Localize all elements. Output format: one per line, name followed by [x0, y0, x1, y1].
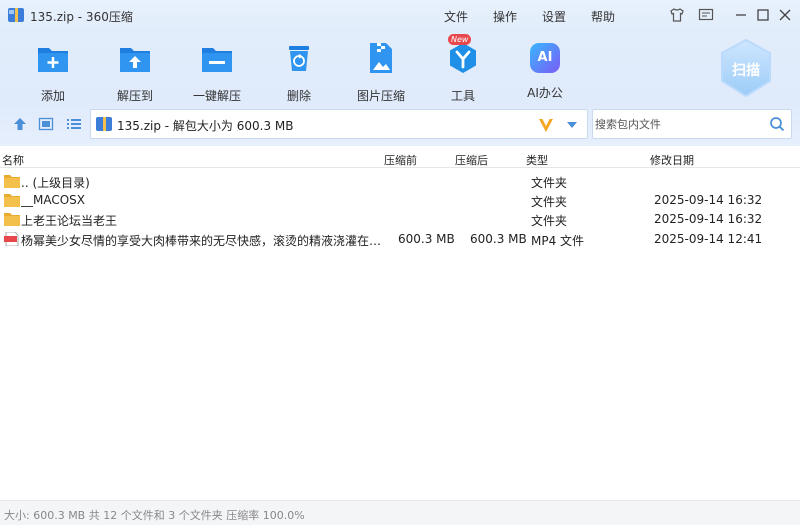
- status-text: 大小: 600.3 MB 共 12 个文件和 3 个文件夹 压缩率 100.0%: [4, 509, 305, 522]
- folder-icon: [4, 194, 20, 207]
- file-type: MP4 文件: [531, 234, 585, 248]
- address-path: 135.zip - 解包大小为 600.3 MB: [117, 119, 294, 133]
- address-row: 135.zip - 解包大小为 600.3 MB: [0, 102, 800, 146]
- file-modified: 2025-09-14 16:32: [654, 193, 763, 207]
- minimize-icon[interactable]: [732, 6, 750, 24]
- file-row[interactable]: 杨幂美少女尽情的享受大肉棒带来的无尽快感，滚烫的精液浇灌在她... 600.3 …: [0, 229, 800, 249]
- mp4-file-icon: [4, 232, 19, 246]
- file-modified: 2025-09-14 16:32: [654, 212, 763, 226]
- thumbnail-view-icon[interactable]: [38, 116, 54, 132]
- feedback-icon[interactable]: [697, 6, 715, 24]
- column-name[interactable]: 名称: [2, 152, 24, 168]
- add-button[interactable]: 添加: [18, 40, 88, 103]
- search-input[interactable]: [595, 115, 765, 133]
- file-name: 杨幂美少女尽情的享受大肉棒带来的无尽快感，滚烫的精液浇灌在她...: [21, 234, 386, 248]
- file-type: 文件夹: [531, 214, 568, 228]
- file-modified: 2025-09-14 12:41: [654, 232, 763, 246]
- ai-office-label: AI办公: [527, 86, 563, 100]
- file-unpacked: 600.3 MB: [470, 232, 527, 246]
- image-compress-button[interactable]: 图片压缩: [346, 40, 416, 103]
- search-icon[interactable]: [769, 116, 785, 132]
- new-badge: New: [448, 34, 472, 45]
- image-compress-icon: [370, 43, 392, 73]
- column-headers: 名称 压缩前 压缩后 类型 修改日期: [0, 148, 800, 168]
- menu-operation[interactable]: 操作: [493, 8, 517, 25]
- app-logo-icon: [8, 8, 24, 22]
- column-packed[interactable]: 压缩前: [384, 152, 417, 168]
- window-title: 135.zip - 360压缩: [30, 10, 133, 24]
- tools-icon: [450, 43, 476, 73]
- scan-label: 扫描: [732, 63, 760, 79]
- ai-office-icon: AI: [530, 43, 560, 73]
- title-bar: 135.zip - 360压缩 文件 操作 设置 帮助: [0, 0, 800, 30]
- dropdown-arrow-icon[interactable]: [566, 120, 578, 130]
- v-logo-icon[interactable]: [537, 116, 555, 134]
- column-modified[interactable]: 修改日期: [650, 152, 694, 168]
- delete-icon: [289, 46, 309, 71]
- menu-settings[interactable]: 设置: [542, 8, 566, 25]
- folder-icon: [4, 175, 20, 188]
- extract-to-button[interactable]: 解压到: [100, 40, 170, 103]
- file-packed: 600.3 MB: [398, 232, 455, 246]
- menu-help[interactable]: 帮助: [591, 8, 615, 25]
- one-click-extract-icon: [202, 48, 232, 72]
- folder-icon: [4, 213, 20, 226]
- maximize-icon[interactable]: [754, 6, 772, 24]
- column-unpacked[interactable]: 压缩后: [455, 152, 488, 168]
- menu-file[interactable]: 文件: [444, 8, 468, 25]
- file-name: .. (上级目录): [21, 176, 90, 190]
- skin-tshirt-icon[interactable]: [668, 6, 686, 24]
- scan-button[interactable]: 扫描: [718, 38, 774, 100]
- file-name: __MACOSX: [21, 193, 86, 207]
- ai-office-button[interactable]: AI AI办公: [510, 40, 580, 100]
- status-bar: 大小: 600.3 MB 共 12 个文件和 3 个文件夹 压缩率 100.0%: [0, 500, 800, 525]
- file-type: 文件夹: [531, 195, 568, 209]
- extract-to-icon: [120, 48, 150, 72]
- address-bar[interactable]: 135.zip - 解包大小为 600.3 MB: [90, 109, 588, 139]
- file-type: 文件夹: [531, 176, 568, 190]
- tools-button[interactable]: New 工具: [428, 34, 498, 103]
- list-view-icon[interactable]: [66, 116, 82, 132]
- zip-archive-icon: [96, 117, 112, 131]
- delete-button[interactable]: 删除: [264, 40, 334, 103]
- file-name: 上老王论坛当老王: [21, 214, 118, 228]
- file-row[interactable]: __MACOSX 文件夹 2025-09-14 16:32: [0, 190, 800, 210]
- file-row[interactable]: 上老王论坛当老王 文件夹 2025-09-14 16:32: [0, 209, 800, 229]
- up-arrow-icon[interactable]: [12, 116, 28, 132]
- add-icon: [38, 48, 68, 72]
- column-type[interactable]: 类型: [526, 152, 548, 168]
- close-icon[interactable]: [776, 6, 794, 24]
- one-click-extract-button[interactable]: 一键解压: [182, 40, 252, 103]
- file-row[interactable]: .. (上级目录) 文件夹: [0, 171, 800, 191]
- toolbar: 添加 解压到 一键解压 删除 图片压缩 New 工具 AI AI办公 扫描: [0, 30, 800, 103]
- search-box[interactable]: [592, 109, 792, 139]
